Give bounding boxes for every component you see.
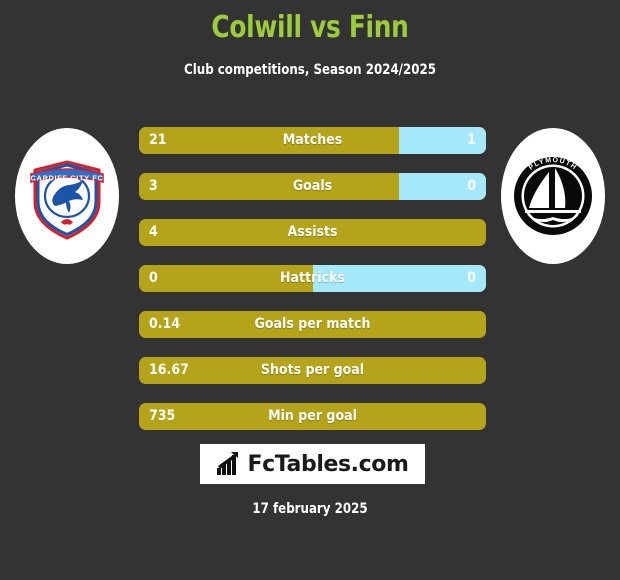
stat-value-away: 0: [467, 178, 476, 194]
plymouth-argyle-crest-icon: PLYMOUTH: [511, 154, 595, 238]
stat-row-goals-per-match: 0.14 Goals per match: [139, 311, 486, 338]
bar-chart-arrow-icon: [217, 452, 239, 475]
stat-label: Min per goal: [268, 408, 357, 424]
away-team-logo: PLYMOUTH: [498, 128, 608, 323]
stat-row-hattricks: 0 Hattricks 0: [139, 265, 486, 292]
home-team-logo: CARDIFF CITY FC: [12, 128, 122, 323]
stat-label: Matches: [282, 132, 343, 148]
stat-row-goals: 3 Goals 0: [139, 173, 486, 200]
stat-value-away: 1: [467, 132, 476, 148]
page-title: Colwill vs Finn: [211, 10, 409, 45]
svg-text:CARDIFF CITY FC: CARDIFF CITY FC: [30, 174, 103, 183]
stat-row-shots-per-goal: 16.67 Shots per goal: [139, 357, 486, 384]
stat-label: Goals: [292, 178, 333, 194]
stat-row-assists: 4 Assists: [139, 219, 486, 246]
fctables-logo[interactable]: FcTables.com: [200, 444, 425, 484]
stats-bar-list: 21 Matches 1 3 Goals 0 4 Assists 0 Hattr…: [139, 127, 486, 449]
stat-label: Hattricks: [280, 270, 345, 286]
stat-label: Shots per goal: [260, 362, 365, 378]
snapshot-date: 17 february 2025: [252, 501, 368, 517]
cardiff-city-crest-icon: CARDIFF CITY FC: [30, 160, 104, 240]
page-subtitle: Club competitions, Season 2024/2025: [184, 62, 436, 78]
home-logo-disc: CARDIFF CITY FC: [15, 128, 119, 264]
away-logo-disc: PLYMOUTH: [501, 128, 605, 264]
stat-row-matches: 21 Matches 1: [139, 127, 486, 154]
stat-label: Goals per match: [254, 316, 371, 332]
stat-value-away: 0: [467, 270, 476, 286]
fctables-brand-text: FcTables.com: [247, 451, 409, 477]
stat-row-min-per-goal: 735 Min per goal: [139, 403, 486, 430]
stat-label: Assists: [287, 224, 338, 240]
